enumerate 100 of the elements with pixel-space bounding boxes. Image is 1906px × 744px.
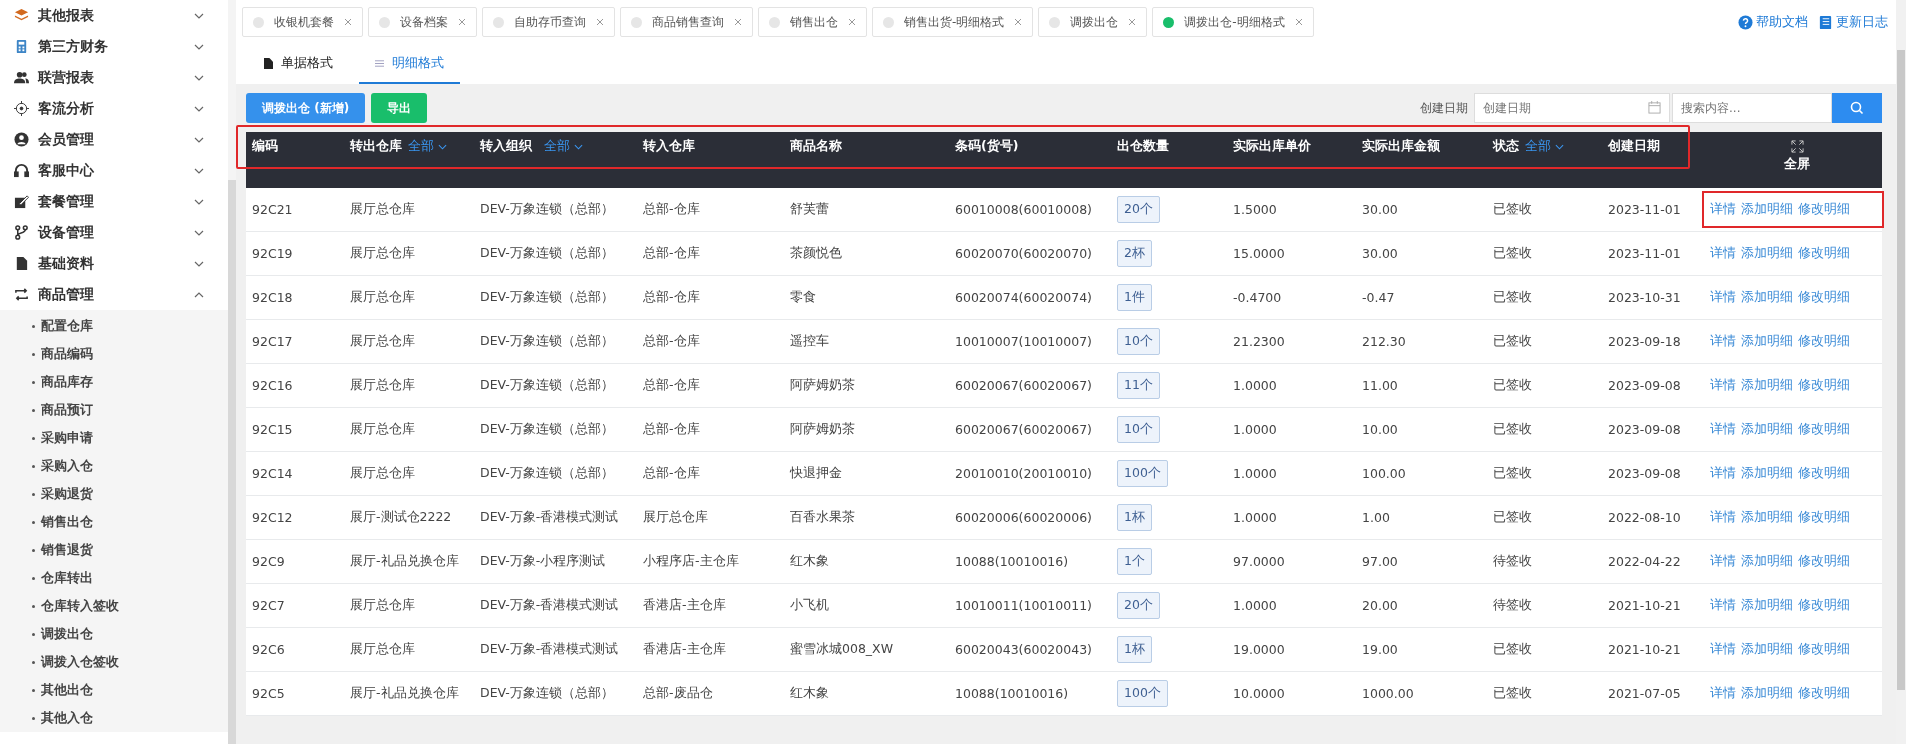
row-action-link[interactable]: 修改明细 xyxy=(1798,201,1850,218)
row-action-link[interactable]: 添加明细 xyxy=(1741,553,1793,570)
column-filter[interactable]: 全部 xyxy=(1525,138,1564,155)
header-link[interactable]: 更新日志 xyxy=(1818,13,1888,31)
row-action-link[interactable]: 修改明细 xyxy=(1798,333,1850,350)
row-action-link[interactable]: 详情 xyxy=(1710,509,1736,526)
column-filter[interactable]: 全部 xyxy=(544,138,583,155)
close-icon[interactable] xyxy=(848,18,856,26)
search-field[interactable]: 搜索内容... xyxy=(1672,93,1832,123)
close-icon[interactable] xyxy=(734,18,742,26)
row-action-link[interactable]: 详情 xyxy=(1710,641,1736,658)
row-action-link[interactable]: 添加明细 xyxy=(1741,641,1793,658)
row-action-link[interactable]: 添加明细 xyxy=(1741,245,1793,262)
row-action-link[interactable]: 修改明细 xyxy=(1798,685,1850,702)
quantity-tag: 100个 xyxy=(1117,680,1168,707)
submenu-item[interactable]: 采购申请 xyxy=(0,424,228,452)
row-action-link[interactable]: 修改明细 xyxy=(1798,377,1850,394)
row-action-link[interactable]: 修改明细 xyxy=(1798,509,1850,526)
sidebar-item[interactable]: 客服中心 xyxy=(0,155,228,186)
row-action-link[interactable]: 详情 xyxy=(1710,597,1736,614)
sidebar-item[interactable]: 第三方财务 xyxy=(0,31,228,62)
column-filter[interactable]: 全部 xyxy=(408,138,447,155)
sidebar-item[interactable]: 商品管理 xyxy=(0,279,228,310)
scrollbar[interactable] xyxy=(228,0,236,744)
table-cell: DEV-万象连锁（总部） xyxy=(480,245,614,260)
submenu-item[interactable]: 销售退货 xyxy=(0,536,228,564)
row-action-link[interactable]: 详情 xyxy=(1710,289,1736,306)
row-action-link[interactable]: 修改明细 xyxy=(1798,421,1850,438)
row-action-link[interactable]: 添加明细 xyxy=(1741,685,1793,702)
sidebar-item[interactable]: 会员管理 xyxy=(0,124,228,155)
submenu-item[interactable]: 商品预订 xyxy=(0,396,228,424)
page-tab[interactable]: 销售出货-明细格式 xyxy=(872,7,1034,37)
table-cell: 总部-仓库 xyxy=(643,245,700,260)
row-action-link[interactable]: 修改明细 xyxy=(1798,597,1850,614)
row-action-link[interactable]: 添加明细 xyxy=(1741,201,1793,218)
submenu-item[interactable]: 仓库转入签收 xyxy=(0,592,228,620)
page-tab[interactable]: 商品销售查询 xyxy=(620,7,753,37)
row-action-link[interactable]: 详情 xyxy=(1710,245,1736,262)
row-action-link[interactable]: 详情 xyxy=(1710,333,1736,350)
row-action-link[interactable]: 添加明细 xyxy=(1741,333,1793,350)
search-button[interactable] xyxy=(1832,93,1882,123)
close-icon[interactable] xyxy=(1014,18,1023,26)
submenu-item[interactable]: 商品库存 xyxy=(0,368,228,396)
chevron-icon xyxy=(194,136,204,143)
table-cell: 2022-04-22 xyxy=(1608,554,1681,569)
page-tab[interactable]: 销售出仓 xyxy=(758,7,867,37)
submenu-item[interactable]: 销售出仓 xyxy=(0,508,228,536)
page-tab[interactable]: 调拨出仓-明细格式 xyxy=(1152,7,1314,37)
row-action-link[interactable]: 添加明细 xyxy=(1741,377,1793,394)
row-action-link[interactable]: 添加明细 xyxy=(1741,597,1793,614)
row-action-link[interactable]: 修改明细 xyxy=(1798,641,1850,658)
table-cell: 10.0000 xyxy=(1233,686,1285,701)
row-action-link[interactable]: 修改明细 xyxy=(1798,553,1850,570)
header-link[interactable]: 帮助文档 xyxy=(1738,13,1808,31)
fullscreen-button[interactable]: 全屏 xyxy=(1784,138,1810,173)
page-tab[interactable]: 自助存币查询 xyxy=(482,7,615,37)
row-action-link[interactable]: 修改明细 xyxy=(1798,245,1850,262)
submenu-item[interactable]: 调拨入仓签收 xyxy=(0,648,228,676)
submenu-item[interactable]: 其他入仓 xyxy=(0,704,228,732)
action-button[interactable]: 调拨出仓 (新增) xyxy=(246,93,366,123)
scrollbar[interactable] xyxy=(1897,50,1905,690)
submenu-item[interactable]: 其他出仓 xyxy=(0,676,228,704)
sidebar-item[interactable]: 设备管理 xyxy=(0,217,228,248)
page-tab[interactable]: 调拨出仓 xyxy=(1038,7,1148,37)
submenu-item[interactable]: 采购入仓 xyxy=(0,452,228,480)
submenu-item[interactable]: 仓库转出 xyxy=(0,564,228,592)
close-icon[interactable] xyxy=(1128,18,1137,26)
sidebar-item[interactable]: 客流分析 xyxy=(0,93,228,124)
submenu-item[interactable]: 采购退货 xyxy=(0,480,228,508)
row-action-link[interactable]: 添加明细 xyxy=(1741,289,1793,306)
sidebar-item[interactable]: 联营报表 xyxy=(0,62,228,93)
row-action-link[interactable]: 添加明细 xyxy=(1741,509,1793,526)
row-action-link[interactable]: 修改明细 xyxy=(1798,289,1850,306)
search-icon xyxy=(1850,101,1864,115)
page-tab[interactable]: 设备档案 xyxy=(368,7,477,37)
close-icon[interactable] xyxy=(458,18,466,26)
action-button[interactable]: 导出 xyxy=(371,93,428,123)
table-cell: DEV-万象-香港模式测试 xyxy=(480,509,619,524)
row-action-link[interactable]: 详情 xyxy=(1710,465,1736,482)
page-tab[interactable]: 收银机套餐 xyxy=(242,7,363,37)
close-icon[interactable] xyxy=(596,18,604,26)
column-header: 出仓数量 xyxy=(1117,138,1169,155)
view-tab[interactable]: 单据格式 xyxy=(248,44,349,84)
row-action-link[interactable]: 详情 xyxy=(1710,421,1736,438)
row-action-link[interactable]: 修改明细 xyxy=(1798,465,1850,482)
row-action-link[interactable]: 详情 xyxy=(1710,685,1736,702)
row-action-link[interactable]: 添加明细 xyxy=(1741,421,1793,438)
date-field[interactable]: 创建日期 xyxy=(1474,93,1670,123)
close-icon[interactable] xyxy=(1294,18,1303,26)
sidebar-item[interactable]: 基础资料 xyxy=(0,248,228,279)
row-action-link[interactable]: 详情 xyxy=(1710,201,1736,218)
row-action-link[interactable]: 详情 xyxy=(1710,553,1736,570)
close-icon[interactable] xyxy=(344,18,352,26)
sidebar-item[interactable]: 其他报表 xyxy=(0,0,228,31)
sidebar-item[interactable]: 套餐管理 xyxy=(0,186,228,217)
submenu-item[interactable]: 商品编码 xyxy=(0,340,228,368)
submenu-item[interactable]: 调拨出仓 xyxy=(0,620,228,648)
row-action-link[interactable]: 详情 xyxy=(1710,377,1736,394)
submenu-item[interactable]: 配置仓库 xyxy=(0,312,228,340)
row-action-link[interactable]: 添加明细 xyxy=(1741,465,1793,482)
